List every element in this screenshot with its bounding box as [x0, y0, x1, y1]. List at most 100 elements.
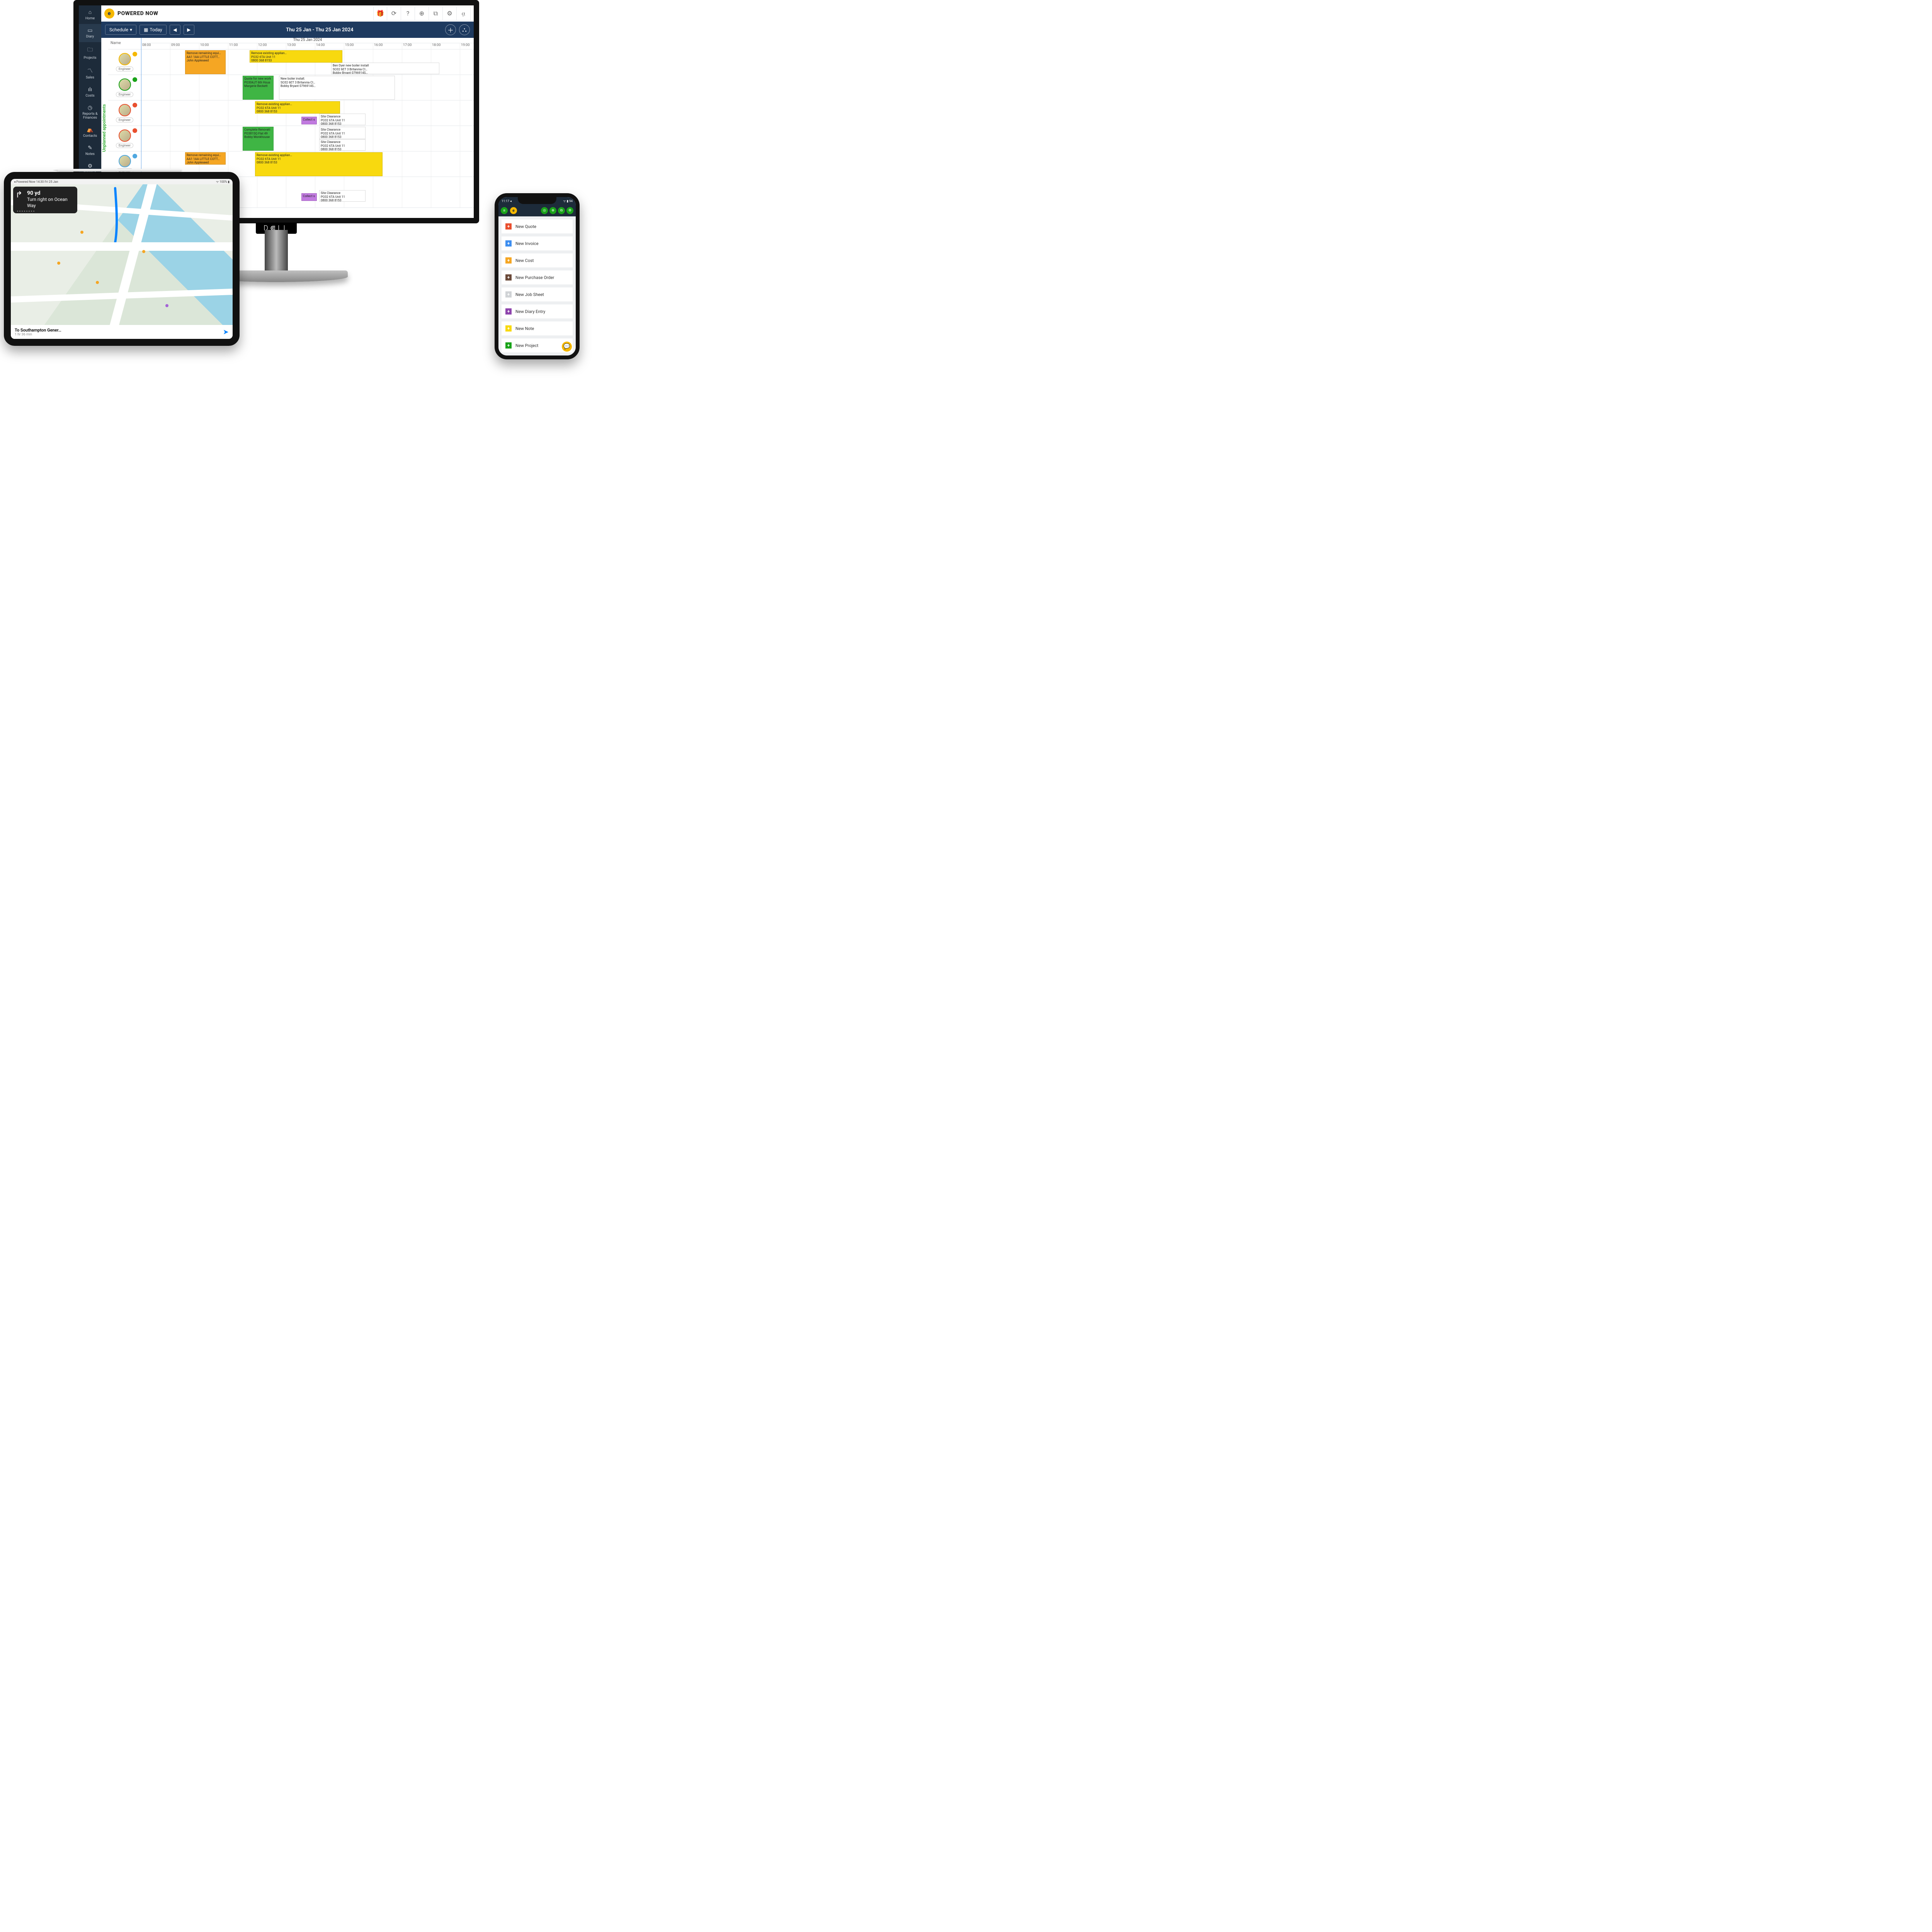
- gift-icon[interactable]: 🎁: [373, 7, 387, 20]
- event-line: 0800 368 8153: [257, 110, 338, 114]
- page-dots: [17, 211, 34, 212]
- new-jobsheet-item[interactable]: +New Job Sheet: [502, 287, 573, 301]
- chat-icon[interactable]: ⧉: [558, 207, 565, 214]
- event-white[interactable]: Ben Dyer new boiler installSO32 6ET 3 Br…: [331, 63, 439, 74]
- phone-topbar: ≡ e ◎ ⊕ ⧉ ⚙: [498, 205, 576, 216]
- team-button[interactable]: ⛬: [459, 24, 470, 35]
- hour-label: 19:00: [460, 43, 474, 49]
- event-yellow[interactable]: Remove existing applian…PO32 6TA Unit 11…: [255, 152, 383, 176]
- event-white[interactable]: Site ClearancePO32 6TA Unit 110800 368 8…: [319, 139, 366, 151]
- destination-eta: 1 hr 36 min: [15, 333, 61, 337]
- phone-notch: [518, 197, 556, 204]
- poi-icon: [57, 262, 60, 265]
- resource-row[interactable]: Engineer: [108, 49, 141, 75]
- hour-label: 08:00: [141, 43, 170, 49]
- status-dot: [133, 103, 137, 107]
- event-white[interactable]: Site ClearancePO32 6TA Unit 110800 368 8…: [319, 127, 366, 139]
- nav-projects[interactable]: 🗀Projects: [79, 42, 101, 63]
- brand-badge-icon: e: [510, 207, 517, 214]
- today-button[interactable]: ▦ Today: [139, 25, 167, 35]
- event-white[interactable]: New boiler install.SO32 6ET 3 Britannia …: [279, 76, 395, 100]
- destination-bar[interactable]: To Southampton Gener… 1 hr 36 min ➤: [11, 325, 233, 339]
- new-quote-item[interactable]: +New Quote: [502, 219, 573, 233]
- event-line: Site Clearance: [321, 115, 364, 119]
- event-line: Remove existing applian…: [257, 153, 381, 157]
- new-note-item[interactable]: +New Note: [502, 321, 573, 335]
- plus-icon: +: [505, 223, 512, 230]
- phone-device: 11:17 ◂ ᯤ ▮ 94 ≡ e ◎ ⊕ ⧉ ⚙ +New Quote +N…: [495, 193, 580, 359]
- globe-icon[interactable]: ⊕: [415, 7, 429, 20]
- event-line: PO32 6TA Unit 11: [321, 132, 364, 136]
- event-yellow[interactable]: Remove existing applian…PO32 6TA Unit 11…: [255, 101, 340, 114]
- today-label: Today: [150, 27, 162, 32]
- event-line: PO32 6TA Unit 11: [321, 144, 364, 148]
- engineer-tag: Engineer: [116, 92, 133, 97]
- target-icon[interactable]: ◎: [541, 207, 548, 214]
- resource-row[interactable]: Engineer: [108, 100, 141, 126]
- next-button[interactable]: ▶: [184, 25, 194, 35]
- add-button[interactable]: ＋: [445, 24, 456, 35]
- nav-reports[interactable]: ◷Reports & Finances: [79, 101, 101, 123]
- new-invoice-item[interactable]: +New Invoice: [502, 236, 573, 250]
- settings-icon[interactable]: ⚙: [443, 7, 457, 20]
- nav-sales[interactable]: 〽Sales: [79, 63, 101, 83]
- new-po-item[interactable]: +New Purchase Order: [502, 270, 573, 284]
- nav-distance: 90 yd: [27, 190, 73, 197]
- new-diary-item[interactable]: +New Diary Entry: [502, 304, 573, 318]
- chat-icon[interactable]: ⧉: [429, 7, 443, 20]
- event-white[interactable]: Site ClearancePO32 6TA Unit 110800 368 8…: [319, 190, 366, 202]
- map-view[interactable]: ↱ 90 yd Turn right on Ocean Way To South…: [11, 184, 233, 339]
- event-line: Remove existing applian…: [251, 51, 341, 55]
- home-icon: ⌂: [88, 9, 92, 15]
- grid-date-header: Thu 25 Jan 2024: [141, 38, 474, 43]
- plus-icon: +: [505, 325, 512, 332]
- status-right: ᯤ 100% ▮: [216, 180, 230, 184]
- timeline-row: Site ClearancePO32 6TA Unit 110800 368 8…: [141, 126, 474, 151]
- schedule-dropdown[interactable]: Schedule ▾: [105, 25, 136, 35]
- globe-icon[interactable]: ⊕: [549, 207, 556, 214]
- notes-icon: ✎: [88, 145, 92, 151]
- new-cost-item[interactable]: +New Cost: [502, 253, 573, 267]
- chat-fab[interactable]: 💬: [562, 342, 572, 352]
- poi-icon: [165, 304, 168, 307]
- nav-contacts[interactable]: ⛺Contacts: [79, 123, 101, 141]
- event-white[interactable]: Site ClearancePO32 6TA Unit 110800 368 8…: [319, 114, 366, 125]
- resource-row[interactable]: Engineer: [108, 75, 141, 100]
- nav-home[interactable]: ⌂Home: [79, 5, 101, 24]
- event-line: Site Clearance: [321, 140, 364, 144]
- user-icon[interactable]: ⍶: [457, 7, 471, 20]
- prev-button[interactable]: ◀: [170, 25, 180, 35]
- menu-icon[interactable]: ≡: [501, 207, 508, 214]
- hour-label: 13:00: [286, 43, 315, 49]
- event-purple[interactable]: Collect s: [301, 117, 317, 124]
- contacts-icon: ⛺: [87, 127, 93, 133]
- event-green[interactable]: Complete RenovatiPO381SQ Flat 49Bobby Mo…: [243, 127, 274, 151]
- event-line: Bobby Bryant 0796914S…: [333, 71, 438, 74]
- poi-icon: [80, 231, 83, 234]
- poi-icon: [142, 250, 145, 253]
- event-line: Quote for new work: [244, 77, 272, 81]
- event-green[interactable]: Quote for new workPO304JT 6th HousMarger…: [243, 76, 274, 100]
- event-purple[interactable]: Collect s: [301, 193, 317, 201]
- tablet-device: ◂ Powered Now 14:30 Fri 25 Jan ᯤ 100% ▮ …: [4, 172, 240, 346]
- nav-label: Diary: [86, 35, 94, 39]
- help-icon[interactable]: ?: [401, 7, 415, 20]
- hour-label: 10:00: [199, 43, 228, 49]
- event-orange[interactable]: Remove remaining equi…AA1 1AA LITTLE COT…: [185, 50, 226, 74]
- nav-costs[interactable]: ılıCosts: [79, 83, 101, 101]
- hour-label: 15:00: [344, 43, 373, 49]
- engineer-tag: Engineer: [116, 66, 133, 71]
- hour-label: 18:00: [431, 43, 460, 49]
- nav-notes[interactable]: ✎Notes: [79, 141, 101, 160]
- locate-icon[interactable]: ➤: [223, 328, 229, 336]
- event-orange[interactable]: Remove remaining equi…AA1 1AA LITTLE COT…: [185, 152, 226, 165]
- resource-row[interactable]: Engineer: [108, 126, 141, 151]
- monitor-neck: [265, 230, 288, 276]
- event-line: Remove remaining equi…: [187, 51, 224, 55]
- event-yellow[interactable]: Remove existing applian…PO32 6TA Unit 11…: [250, 50, 342, 63]
- date-range-title: Thu 25 Jan - Thu 25 Jan 2024: [197, 27, 442, 33]
- nav-diary[interactable]: ▭Diary: [79, 24, 101, 42]
- refresh-icon[interactable]: ⟳: [387, 7, 401, 20]
- settings-icon[interactable]: ⚙: [566, 207, 573, 214]
- plus-icon: +: [505, 240, 512, 247]
